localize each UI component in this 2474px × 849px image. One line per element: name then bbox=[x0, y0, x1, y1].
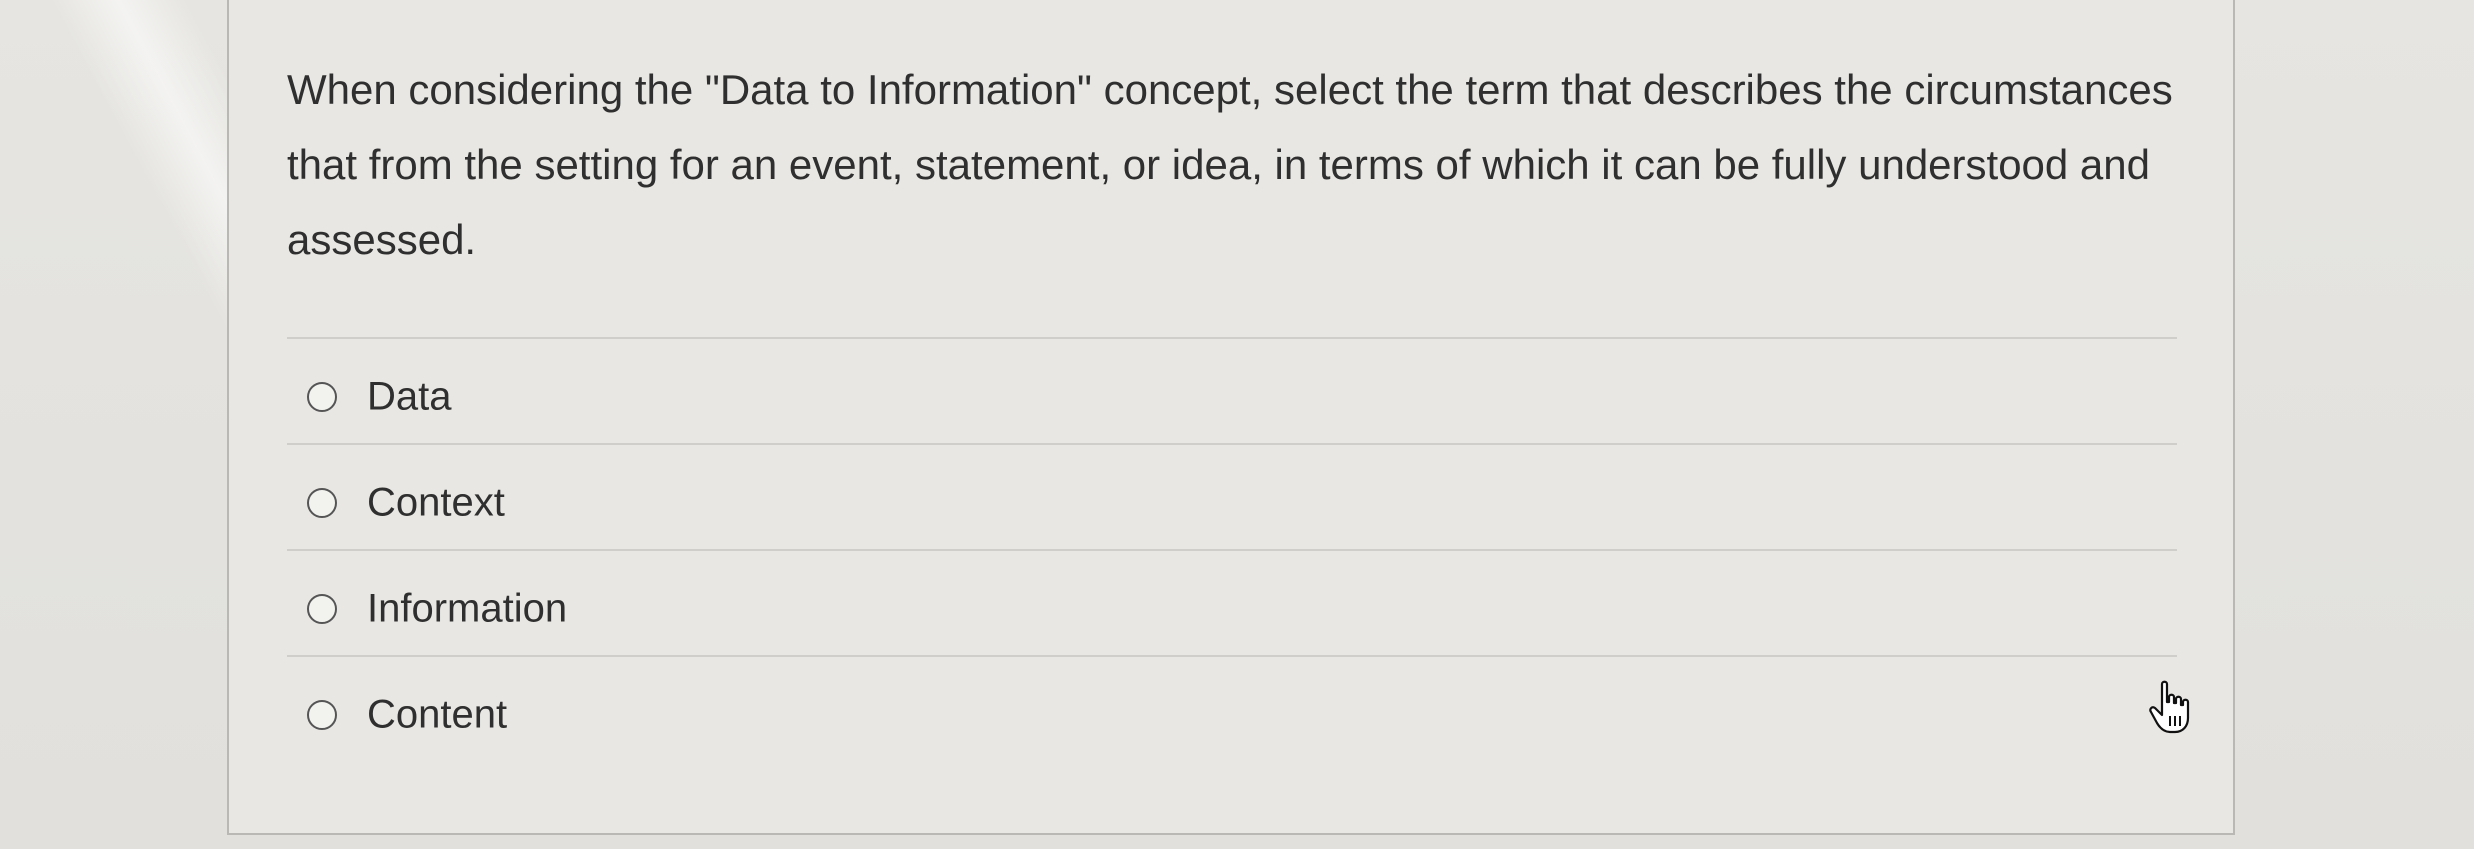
answer-option-content[interactable]: Content bbox=[287, 655, 2177, 761]
question-text: When considering the "Data to Informatio… bbox=[287, 66, 2173, 263]
question-card: When considering the "Data to Informatio… bbox=[227, 0, 2235, 835]
hand-pointer-icon bbox=[2149, 680, 2190, 734]
answer-option-data[interactable]: Data bbox=[287, 337, 2177, 443]
radio-button[interactable] bbox=[307, 382, 337, 412]
radio-button[interactable] bbox=[307, 594, 337, 624]
answer-label[interactable]: Content bbox=[367, 693, 507, 738]
answer-list: Data Context Information Content bbox=[287, 337, 2177, 761]
screen: When considering the "Data to Informatio… bbox=[0, 0, 2474, 849]
radio-button[interactable] bbox=[307, 488, 337, 518]
answer-label[interactable]: Context bbox=[367, 481, 505, 526]
answer-option-context[interactable]: Context bbox=[287, 443, 2177, 549]
answer-option-information[interactable]: Information bbox=[287, 549, 2177, 655]
answer-label[interactable]: Data bbox=[367, 375, 452, 420]
answer-label[interactable]: Information bbox=[367, 587, 567, 632]
radio-button[interactable] bbox=[307, 700, 337, 730]
